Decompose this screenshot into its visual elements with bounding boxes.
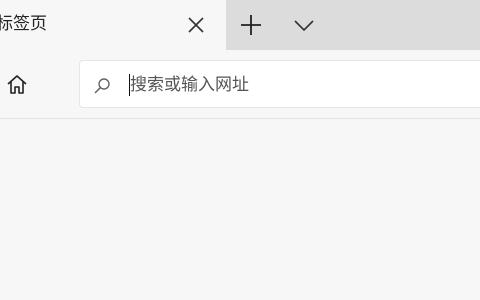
address-input[interactable] [130, 70, 470, 100]
plus-icon [241, 15, 261, 35]
page-content [0, 119, 480, 300]
home-icon [7, 75, 27, 94]
tab-strip: 标签页 [0, 0, 480, 50]
tab-title: 标签页 [0, 14, 47, 34]
home-button[interactable] [3, 71, 31, 99]
toolbar [0, 50, 480, 119]
chevron-down-icon [294, 20, 314, 32]
address-bar[interactable] [79, 60, 480, 108]
active-tab[interactable]: 标签页 [0, 0, 226, 50]
tab-actions-button[interactable] [292, 15, 316, 35]
new-tab-button[interactable] [239, 13, 263, 37]
tab-close-button[interactable] [185, 14, 207, 36]
close-icon [188, 17, 204, 33]
search-icon [94, 78, 110, 94]
